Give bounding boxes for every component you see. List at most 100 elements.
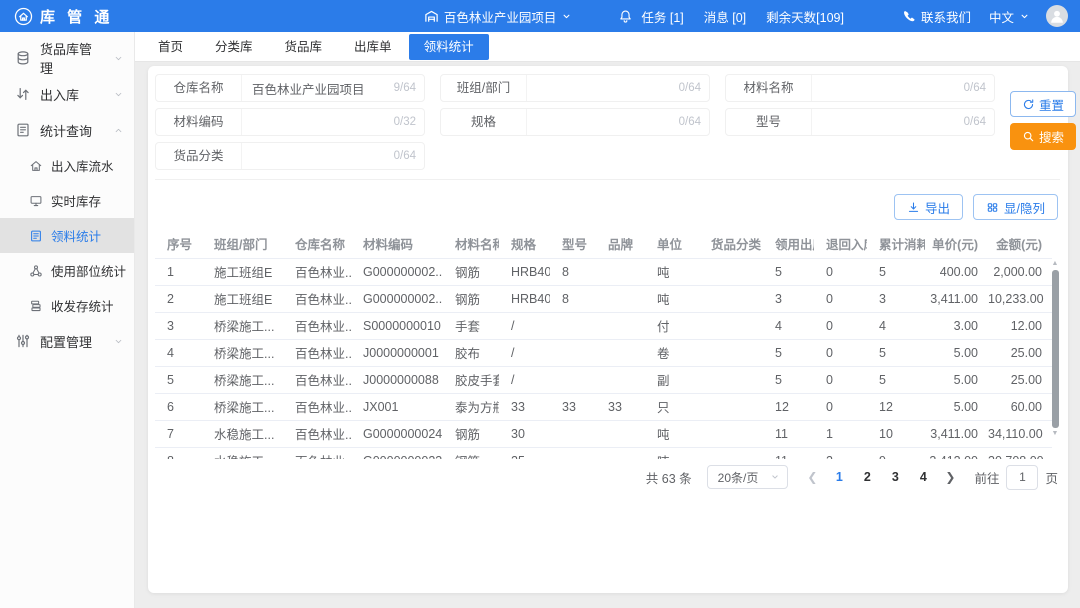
cell-unit-price: 3,412.00 [925,447,988,459]
cell-amount: 34,110.00 [988,420,1052,447]
page-number-2[interactable]: 2 [860,470,874,484]
avatar[interactable] [1046,5,1068,27]
cell-consumed: 10 [867,420,925,447]
filter-input-material-code[interactable] [242,115,394,129]
filter-input-model[interactable] [812,115,964,129]
cell-brand [596,447,645,459]
sidebar-item-realtime-stock[interactable]: 实时库存 [0,183,134,218]
books-icon [29,299,43,313]
goto-page-input[interactable] [1006,465,1038,490]
chevron-down-icon [561,11,572,22]
col-header-unit-price: 单价(元) [925,229,988,258]
scroll-up-arrow-icon[interactable]: ▲ [1052,260,1059,268]
sidebar-item-config-mgmt[interactable]: 配置管理 [0,323,134,359]
cell-returned-in: 0 [814,366,867,393]
tab-home[interactable]: 首页 [143,34,198,60]
col-header-returned-in: 退回入库... [814,229,867,258]
scrollbar-thumb[interactable] [1052,270,1059,428]
cell-amount: 30,708.00 [988,447,1052,459]
cell-team: 施工班组E [202,285,283,312]
tasks-link[interactable]: 任务 [1] [641,7,683,26]
house-icon [29,159,43,173]
cell-index: 4 [155,339,202,366]
filter-input-goods-category[interactable] [242,149,394,163]
sidebar-item-goods-store-mgmt[interactable]: 货品库管理 [0,40,134,76]
cell-unit-price: 3.00 [925,312,988,339]
main-area: 首页分类库货品库出库单领料统计 仓库名称9/64班组/部门0/64材料名称0/6… [135,32,1080,608]
download-icon [907,201,920,214]
col-header-issued-out: 领用出库... [763,229,814,258]
cell-brand [596,366,645,393]
cell-spec: HRB40... [499,285,550,312]
cell-brand: 33 [596,393,645,420]
sidebar-item-label: 收发存统计 [51,296,114,315]
cell-consumed: 5 [867,258,925,285]
char-counter: 0/64 [964,116,994,128]
contact-us-link[interactable]: 联系我们 [902,7,971,26]
filter-input-team-dept[interactable] [527,81,679,95]
cell-spec: / [499,366,550,393]
show-hide-columns-button[interactable]: 显/隐列 [973,194,1058,220]
tab-outbound-order[interactable]: 出库单 [339,34,407,60]
cell-model [550,312,596,339]
tab-bar: 首页分类库货品库出库单领料统计 [135,32,1080,62]
search-button[interactable]: 搜索 [1010,123,1076,150]
language-selector[interactable]: 中文 [989,7,1030,26]
cell-consumed: 5 [867,339,925,366]
filter-field-material-code: 材料编码0/32 [155,108,425,136]
sidebar-item-stats-query[interactable]: 统计查询 [0,112,134,148]
cell-unit: 卷 [645,339,699,366]
filter-field-goods-category: 货品分类0/64 [155,142,425,170]
cell-amount: 60.00 [988,393,1052,420]
export-label: 导出 [925,198,950,217]
sidebar-item-in-out-flow[interactable]: 出入库流水 [0,148,134,183]
page-size-select[interactable]: 20条/页 [707,465,789,489]
filter-input-spec[interactable] [527,115,679,129]
col-header-team: 班组/部门 [202,229,283,258]
filter-input-warehouse-name[interactable] [242,81,394,95]
sidebar-item-usage-part-stats[interactable]: 使用部位统计 [0,253,134,288]
tab-material-stats[interactable]: 领料统计 [409,34,489,60]
scroll-down-arrow-icon[interactable]: ▼ [1052,430,1059,438]
table-vertical-scrollbar[interactable]: ▲ ▼ [1050,260,1060,456]
table-viewport: 序号班组/部门仓库名称材料编码材料名称规格型号品牌单位货品分类领用出库...退回… [155,229,1060,459]
filter-input-material-name[interactable] [812,81,964,95]
cell-returned-in: 0 [814,393,867,420]
cell-warehouse: 百色林业... [283,393,351,420]
table-row: 1施工班组E百色林业...G000000002...钢筋HRB40...8吨50… [155,258,1052,285]
page-number-4[interactable]: 4 [916,470,930,484]
project-selector[interactable]: 百色林业产业园项目 [424,7,573,26]
cell-unit: 吨 [645,258,699,285]
chevron-up-icon [113,125,124,136]
reset-button[interactable]: 重置 [1010,91,1076,117]
sidebar-item-label: 出入库 [40,85,79,104]
col-header-index: 序号 [155,229,202,258]
page-number-1[interactable]: 1 [832,470,846,484]
cell-returned-in: 1 [814,420,867,447]
messages-link[interactable]: 消息 [0] [704,7,746,26]
filter-label: 材料名称 [726,75,812,101]
sidebar-item-label: 实时库存 [51,191,101,210]
cell-code: G000000002... [351,258,443,285]
sidebar-item-in-out-store[interactable]: 出入库 [0,76,134,112]
cell-amount: 12.00 [988,312,1052,339]
tab-category-store[interactable]: 分类库 [200,34,268,60]
search-label: 搜索 [1039,127,1064,146]
cell-returned-in: 0 [814,258,867,285]
char-counter: 0/32 [394,116,424,128]
cell-unit-price: 5.00 [925,393,988,420]
prev-page-button[interactable]: ❮ [803,470,821,484]
cell-category [699,393,763,420]
tab-goods-store[interactable]: 货品库 [270,34,338,60]
col-header-name: 材料名称 [443,229,499,258]
export-button[interactable]: 导出 [894,194,963,220]
char-counter: 0/64 [964,82,994,94]
cell-amount: 10,233.00 [988,285,1052,312]
sidebar-item-material-stats[interactable]: 领料统计 [0,218,134,253]
page-number-3[interactable]: 3 [888,470,902,484]
show-hide-columns-label: 显/隐列 [1004,198,1045,217]
cell-team: 施工班组E [202,258,283,285]
sidebar-item-send-receive-stats[interactable]: 收发存统计 [0,288,134,323]
notifications-bell[interactable] [618,9,633,24]
next-page-button[interactable]: ❯ [941,470,959,484]
